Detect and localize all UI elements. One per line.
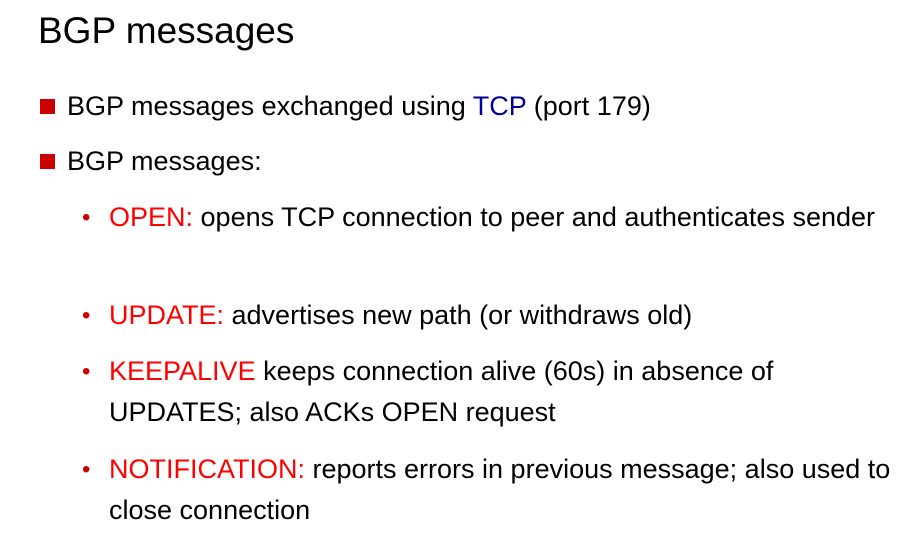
tcp-highlight: TCP: [472, 91, 527, 121]
slide-title: BGP messages: [38, 10, 295, 51]
message-keyword: KEEPALIVE: [109, 356, 256, 386]
message-text: OPEN: opens TCP connection to peer and a…: [109, 202, 876, 232]
square-bullet-icon: [40, 154, 55, 169]
message-keyword: NOTIFICATION:: [109, 454, 305, 484]
dot-bullet-icon: •: [82, 204, 91, 231]
message-keyword: OPEN:: [109, 202, 194, 232]
dot-bullet-icon: •: [82, 456, 91, 483]
bullet-tcp: BGP messages exchanged using TCP (port 1…: [40, 90, 651, 123]
message-text: NOTIFICATION: reports errors in previous…: [109, 454, 891, 525]
dot-bullet-icon: •: [82, 302, 91, 329]
message-keepalive: • KEEPALIVE keeps connection alive (60s)…: [82, 351, 897, 433]
bullet-messages: BGP messages:: [40, 145, 262, 178]
bullet-text: BGP messages exchanged using TCP (port 1…: [67, 91, 651, 121]
message-text: KEEPALIVE keeps connection alive (60s) i…: [109, 356, 774, 427]
square-bullet-icon: [40, 99, 55, 114]
dot-bullet-icon: •: [82, 358, 91, 385]
message-notification: • NOTIFICATION: reports errors in previo…: [82, 449, 897, 531]
message-open: • OPEN: opens TCP connection to peer and…: [82, 197, 897, 238]
message-keyword: UPDATE:: [109, 300, 225, 330]
message-update: • UPDATE: advertises new path (or withdr…: [82, 295, 897, 336]
message-text: UPDATE: advertises new path (or withdraw…: [109, 300, 693, 330]
bullet-text: BGP messages:: [67, 146, 262, 176]
